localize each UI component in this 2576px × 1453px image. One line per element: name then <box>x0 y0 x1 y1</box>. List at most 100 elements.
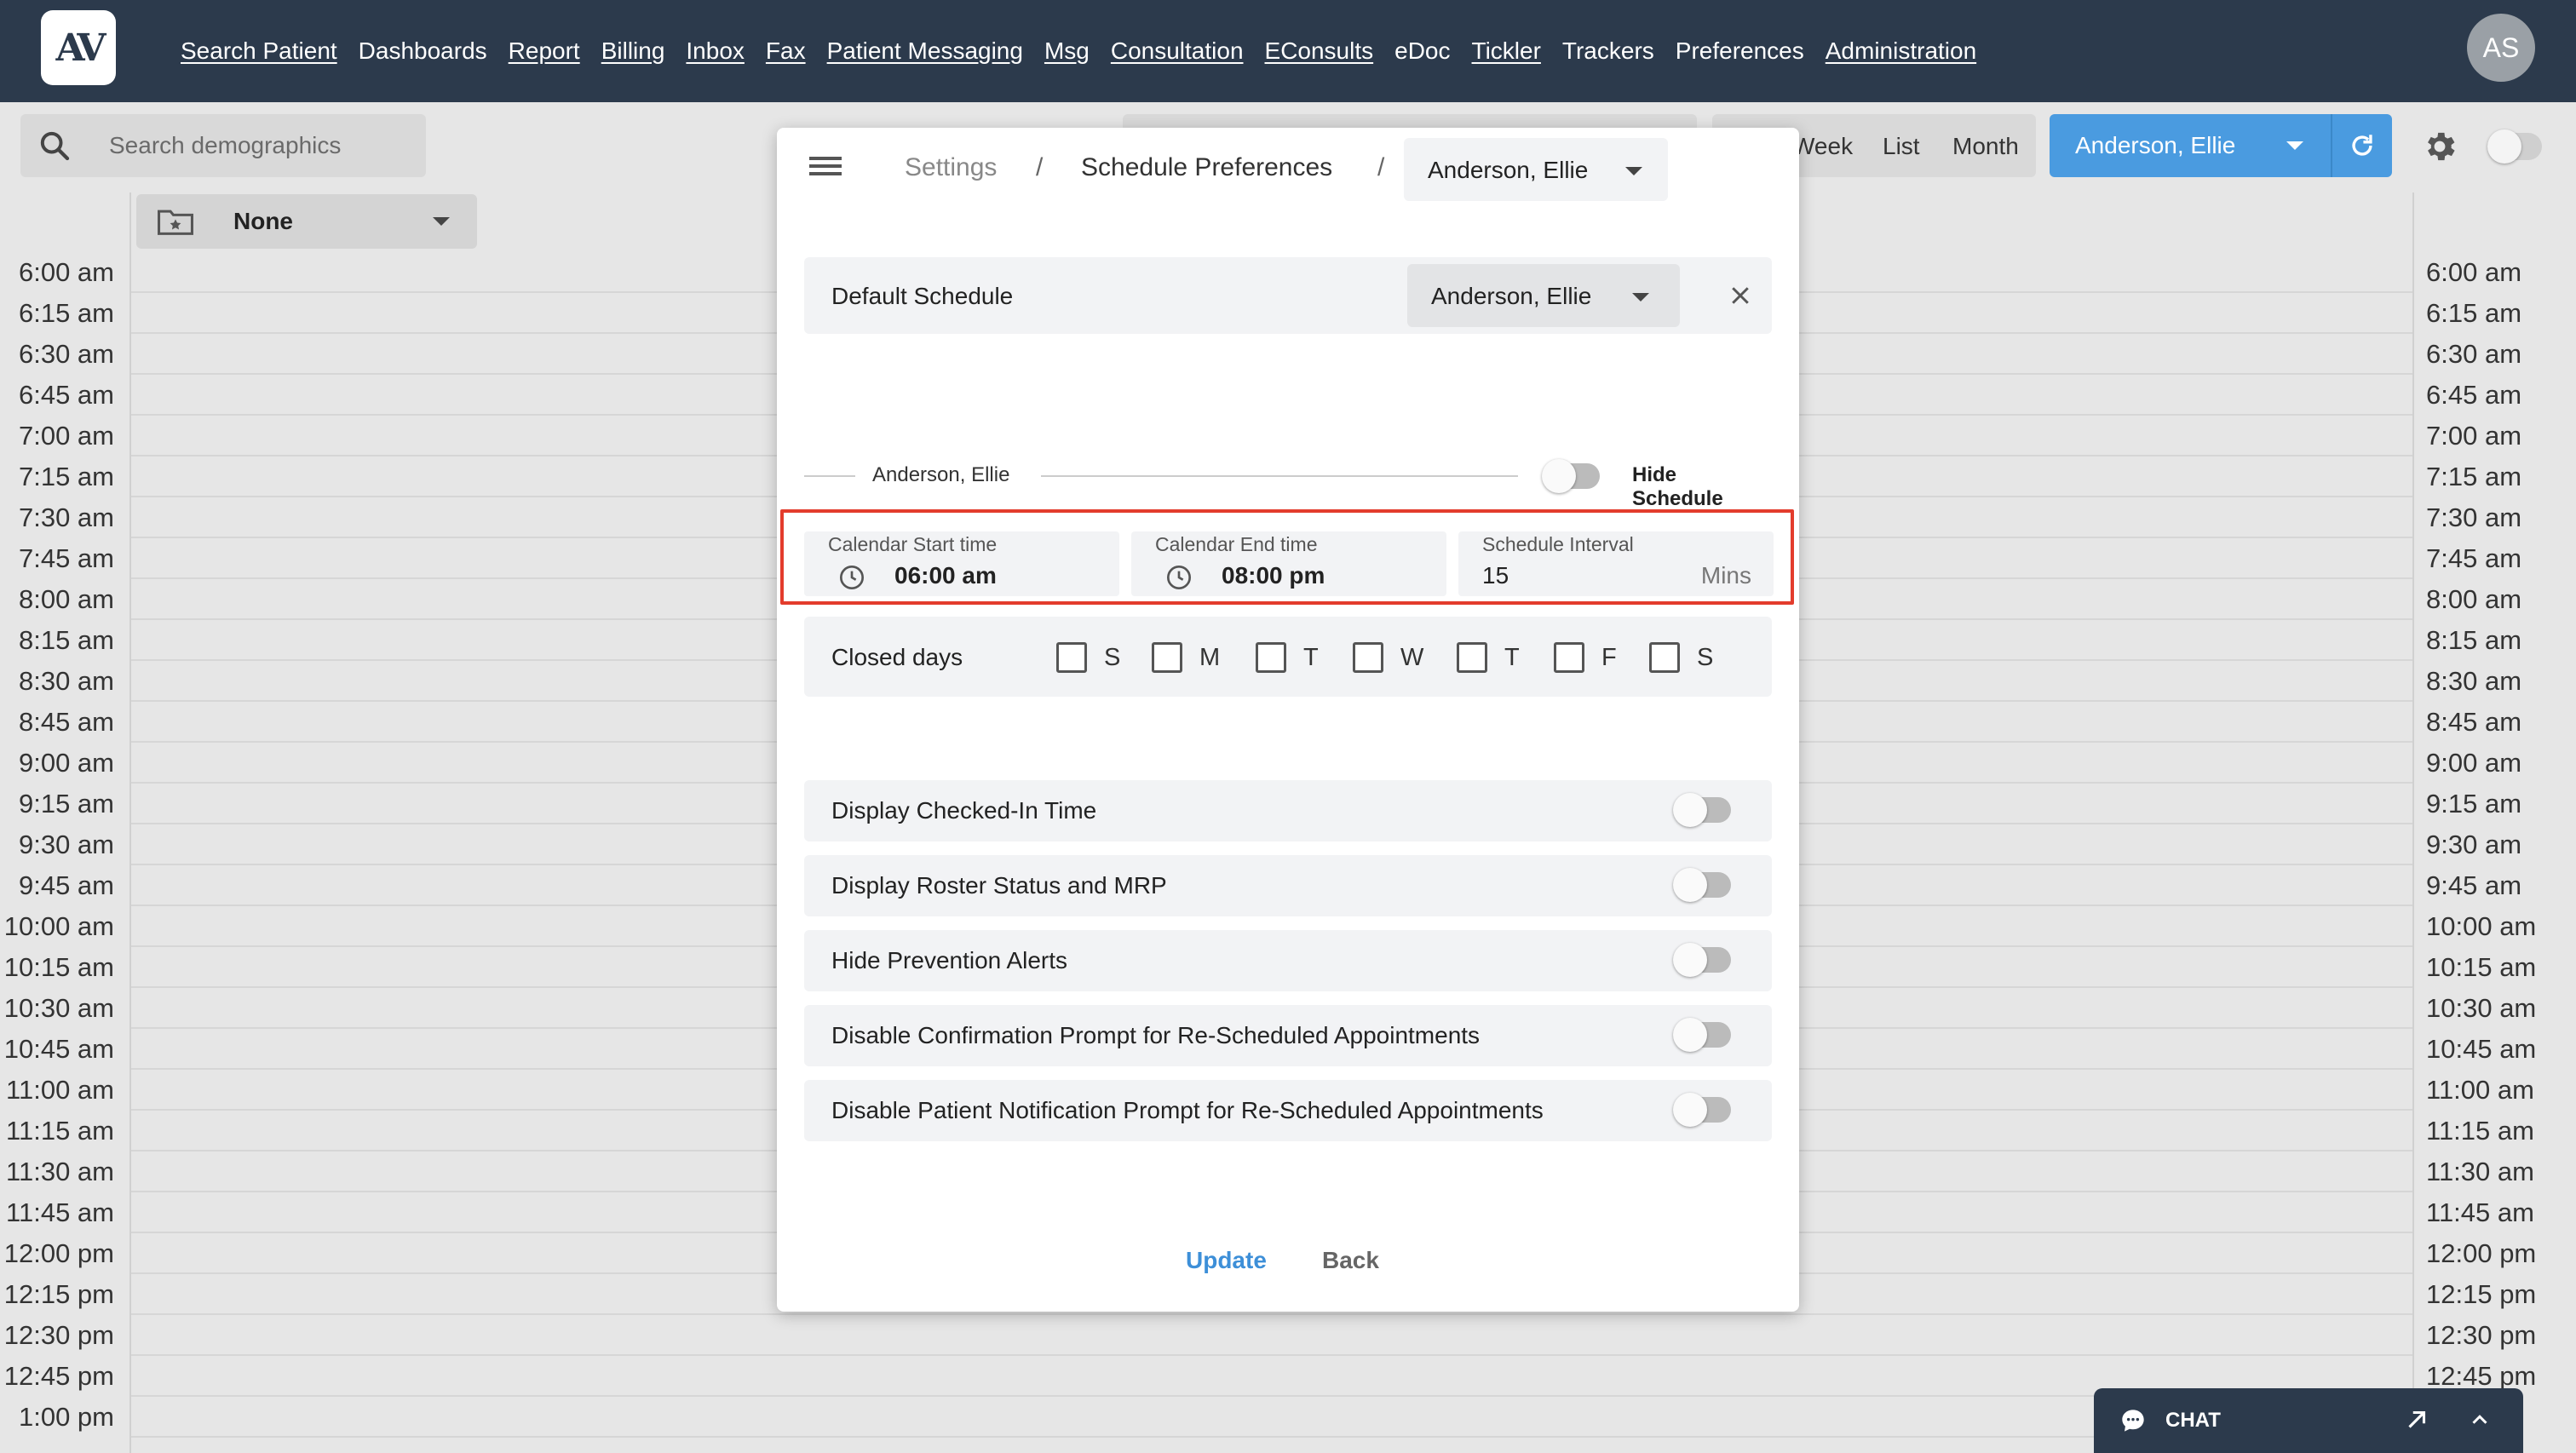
search-input[interactable] <box>109 132 416 159</box>
time-slot-label: 9:45 am <box>18 870 114 900</box>
nav-dashboards[interactable]: Dashboards <box>359 37 487 65</box>
nav-fax[interactable]: Fax <box>766 37 806 65</box>
breadcrumb-provider-select[interactable]: Anderson, Ellie <box>1404 138 1668 201</box>
nav-menu: Search Patient Dashboards Report Billing… <box>181 0 1976 102</box>
day-label: W <box>1400 643 1424 671</box>
breadcrumb-settings[interactable]: Settings <box>905 153 997 182</box>
time-slot-label: 7:00 am <box>18 421 114 451</box>
chevron-down-icon <box>1632 293 1649 302</box>
breadcrumb-current: Schedule Preferences <box>1081 153 1333 181</box>
closed-day-monday[interactable]: M <box>1152 640 1220 675</box>
grid-divider <box>2412 192 2414 1453</box>
checkbox[interactable] <box>1457 642 1487 673</box>
user-avatar[interactable]: AS <box>2467 14 2535 82</box>
view-month[interactable]: Month <box>1952 133 2019 160</box>
toggle-label: Disable Patient Notification Prompt for … <box>831 1097 1544 1123</box>
toggle-label: Display Roster Status and MRP <box>831 872 1167 899</box>
closed-day-thursday[interactable]: T <box>1457 640 1520 675</box>
checkbox[interactable] <box>1554 642 1584 673</box>
toggle-switch[interactable] <box>1673 943 1731 977</box>
checkbox[interactable] <box>1056 642 1087 673</box>
breadcrumb-separator: / <box>1036 153 1044 181</box>
toolbar-toggle[interactable] <box>2487 129 2542 164</box>
time-slot-label: 11:00 am <box>6 1075 114 1105</box>
closed-day-saturday[interactable]: S <box>1649 640 1713 675</box>
closed-days-label: Closed days <box>831 644 963 670</box>
chevron-up-icon[interactable] <box>2467 1407 2493 1433</box>
time-slot-label: 12:00 pm <box>3 1238 114 1268</box>
hide-schedule-toggle[interactable] <box>1542 459 1600 493</box>
nav-administration[interactable]: Administration <box>1826 37 1976 65</box>
closed-day-wednesday[interactable]: W <box>1353 640 1423 675</box>
time-slot-label: 8:15 am <box>2426 625 2522 655</box>
search-icon <box>40 131 70 161</box>
toggle-switch[interactable] <box>1673 868 1731 902</box>
provider-select-label: Anderson, Ellie <box>2075 132 2236 158</box>
nav-patient-messaging[interactable]: Patient Messaging <box>827 37 1023 65</box>
toggle-display-checked-in-time: Display Checked-In Time <box>804 780 1772 841</box>
view-list[interactable]: List <box>1883 133 1920 160</box>
nav-inbox[interactable]: Inbox <box>686 37 745 65</box>
view-week[interactable]: Week <box>1792 133 1853 160</box>
checkbox[interactable] <box>1353 642 1383 673</box>
expand-arrow-icon[interactable] <box>2402 1405 2431 1434</box>
refresh-button[interactable] <box>2331 114 2392 177</box>
time-slot-label: 9:30 am <box>18 830 114 859</box>
folder-star-icon <box>158 210 193 235</box>
time-slot-label: 10:45 am <box>2426 1034 2537 1064</box>
dialog-header: Settings / Schedule Preferences / Anders… <box>777 128 1799 210</box>
time-slot-label: 10:30 am <box>2426 993 2537 1023</box>
app-logo[interactable]: AV <box>41 10 116 85</box>
toggle-switch[interactable] <box>1673 1018 1731 1052</box>
update-button[interactable]: Update <box>1186 1247 1267 1274</box>
toggle-switch[interactable] <box>1673 793 1731 827</box>
time-slot-label: 7:30 am <box>18 503 114 532</box>
time-slot-label: 12:45 pm <box>3 1361 114 1391</box>
closed-day-tuesday[interactable]: T <box>1256 640 1319 675</box>
toggle-display-roster-status: Display Roster Status and MRP <box>804 855 1772 916</box>
time-slot-label: 10:30 am <box>3 993 114 1023</box>
nav-report[interactable]: Report <box>509 37 580 65</box>
time-slot-label: 6:15 am <box>18 298 114 328</box>
provider-select[interactable]: Anderson, Ellie <box>2050 114 2331 177</box>
nav-consultation[interactable]: Consultation <box>1111 37 1244 65</box>
toggle-switch[interactable] <box>1673 1093 1731 1127</box>
time-slot-label: 11:30 am <box>2426 1157 2534 1186</box>
time-slot-label: 7:45 am <box>18 543 114 573</box>
checkbox[interactable] <box>1649 642 1680 673</box>
nav-trackers[interactable]: Trackers <box>1562 37 1654 65</box>
toggle-disable-patient-notification: Disable Patient Notification Prompt for … <box>804 1080 1772 1141</box>
closed-days-row: Closed days S M T W T F S <box>804 617 1772 697</box>
nav-msg[interactable]: Msg <box>1044 37 1090 65</box>
back-button[interactable]: Back <box>1322 1247 1379 1274</box>
schedule-filter-select[interactable]: None <box>136 194 477 249</box>
time-slot-label: 6:30 am <box>18 339 114 369</box>
breadcrumb-separator: / <box>1377 153 1385 181</box>
closed-day-sunday[interactable]: S <box>1056 640 1120 675</box>
checkbox[interactable] <box>1152 642 1182 673</box>
nav-tickler[interactable]: Tickler <box>1472 37 1541 65</box>
nav-preferences[interactable]: Preferences <box>1676 37 1804 65</box>
top-navigation-bar: AV Search Patient Dashboards Report Bill… <box>0 0 2576 102</box>
time-column-right: 6:00 am 6:15 am 6:30 am 6:45 am 7:00 am 7:15 … <box>2426 252 2556 1438</box>
calendar-end-time-field[interactable]: Calendar End time 08:00 pm <box>1131 531 1446 596</box>
time-slot-label: 10:15 am <box>2426 952 2537 982</box>
time-slot-label: 8:45 am <box>18 707 114 737</box>
time-slot-label: 8:30 am <box>18 666 114 696</box>
time-slot-label: 6:45 am <box>18 380 114 410</box>
hide-schedule-label: Hide Schedule <box>1632 463 1723 510</box>
calendar-start-time-field[interactable]: Calendar Start time 06:00 am <box>804 531 1119 596</box>
schedule-interval-field[interactable]: Schedule Interval 15 Mins <box>1458 531 1774 596</box>
menu-icon[interactable] <box>809 157 842 182</box>
checkbox[interactable] <box>1256 642 1286 673</box>
time-slot-label: 11:30 am <box>6 1157 114 1186</box>
nav-econsults[interactable]: EConsults <box>1265 37 1374 65</box>
chat-widget[interactable]: CHAT <box>2094 1388 2523 1453</box>
nav-billing[interactable]: Billing <box>601 37 665 65</box>
close-icon[interactable] <box>1728 283 1753 308</box>
gear-icon[interactable] <box>2421 128 2458 165</box>
nav-search-patient[interactable]: Search Patient <box>181 37 337 65</box>
closed-day-friday[interactable]: F <box>1554 640 1617 675</box>
nav-edoc[interactable]: eDoc <box>1394 37 1450 65</box>
default-schedule-select[interactable]: Anderson, Ellie <box>1407 264 1680 327</box>
